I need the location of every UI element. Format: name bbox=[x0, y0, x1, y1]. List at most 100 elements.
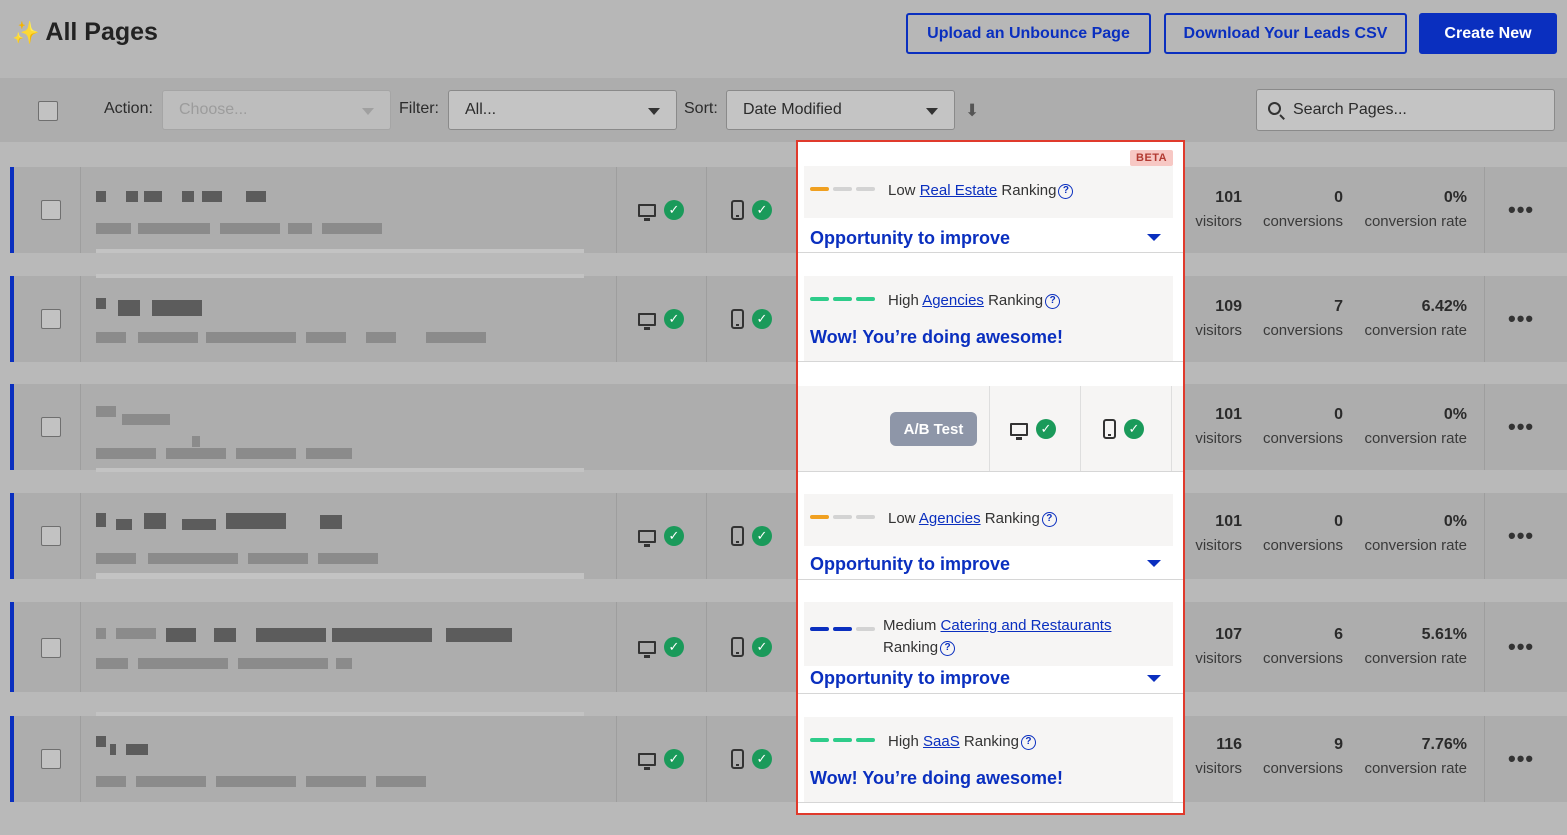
desktop-icon bbox=[638, 529, 656, 547]
ab-test-badge[interactable]: A/B Test bbox=[890, 412, 977, 446]
conversion-rate-stat: 6.42% conversion rate bbox=[1364, 298, 1467, 339]
category-link[interactable]: Real Estate bbox=[920, 182, 998, 199]
check-icon: ✓ bbox=[664, 749, 684, 769]
download-leads-button[interactable]: Download Your Leads CSV bbox=[1164, 13, 1407, 54]
more-options-icon[interactable]: ••• bbox=[1508, 197, 1534, 223]
chevron-down-icon[interactable] bbox=[1147, 234, 1161, 241]
check-icon: ✓ bbox=[752, 637, 772, 657]
sort-select-value: Date Modified bbox=[743, 101, 842, 118]
opportunity-dropdown[interactable]: Opportunity to improve bbox=[810, 554, 1010, 575]
visitors-stat: 101 visitors bbox=[1195, 513, 1242, 554]
mobile-status: ✓ bbox=[731, 309, 772, 329]
category-link[interactable]: Agencies bbox=[922, 292, 984, 309]
help-icon[interactable]: ? bbox=[1045, 293, 1061, 309]
page-title: ✨ All Pages bbox=[12, 18, 158, 47]
sparkle-icon: ✨ bbox=[12, 19, 40, 45]
filter-select-value: All... bbox=[465, 101, 497, 118]
conversion-rate-stat: 0% conversion rate bbox=[1364, 406, 1467, 447]
row-checkbox[interactable] bbox=[41, 417, 61, 437]
help-icon[interactable]: ? bbox=[1020, 734, 1036, 750]
filter-select[interactable]: All... bbox=[448, 90, 677, 130]
page-header: ✨ All Pages Upload an Unbounce Page Down… bbox=[0, 0, 1567, 78]
category-link[interactable]: SaaS bbox=[923, 733, 960, 750]
ranking-cell: High Agencies Ranking? Wow! You’re doing… bbox=[804, 276, 1173, 361]
check-icon: ✓ bbox=[664, 200, 684, 220]
chevron-down-icon[interactable] bbox=[1147, 675, 1161, 682]
table-row[interactable]: 101 visitors 0 conversions 0% conversion ra… bbox=[10, 384, 1567, 472]
category-link[interactable]: Agencies bbox=[919, 510, 981, 527]
conversion-rate-stat: 5.61% conversion rate bbox=[1364, 626, 1467, 667]
visitors-stat: 116 visitors bbox=[1195, 736, 1242, 777]
row-checkbox[interactable] bbox=[41, 638, 61, 658]
desktop-icon bbox=[638, 752, 656, 770]
help-icon[interactable]: ? bbox=[1041, 511, 1057, 527]
action-select[interactable]: Choose... bbox=[162, 90, 391, 130]
table-row[interactable]: ✓ ✓ 109 visitors 7 conversions 6.42% conver… bbox=[10, 274, 1567, 362]
ab-test-row: A/B Test ✓ ✓ bbox=[798, 386, 1183, 472]
mobile-status: ✓ bbox=[731, 526, 772, 546]
check-icon: ✓ bbox=[1036, 419, 1056, 439]
ranking-level-bars bbox=[810, 297, 875, 301]
more-options-icon[interactable]: ••• bbox=[1508, 306, 1534, 332]
desktop-icon bbox=[638, 640, 656, 658]
more-options-icon[interactable]: ••• bbox=[1508, 523, 1534, 549]
conversions-stat: 7 conversions bbox=[1262, 298, 1343, 339]
table-row[interactable]: ✓ ✓ 101 visitors 0 conversions 0% conversio… bbox=[10, 167, 1567, 253]
create-new-button[interactable]: Create New bbox=[1419, 13, 1557, 54]
table-row[interactable]: ✓ ✓ 107 visitors 6 conversions 5.61% conver… bbox=[10, 602, 1567, 692]
opportunity-dropdown[interactable]: Opportunity to improve bbox=[810, 668, 1010, 689]
sort-direction-icon[interactable]: ⬇ bbox=[965, 101, 979, 121]
sort-label: Sort: bbox=[684, 100, 718, 117]
category-link[interactable]: Catering and Restaurants bbox=[941, 617, 1112, 634]
row-checkbox[interactable] bbox=[41, 749, 61, 769]
table-row[interactable]: ✓ ✓ 116 visitors 9 conversions 7.76% conver… bbox=[10, 712, 1567, 802]
check-icon: ✓ bbox=[664, 637, 684, 657]
table-row[interactable]: ✓ ✓ 101 visitors 0 conversions 0% conversio… bbox=[10, 493, 1567, 579]
desktop-status: ✓ bbox=[638, 637, 684, 658]
mobile-icon bbox=[731, 200, 744, 220]
chevron-down-icon[interactable] bbox=[1147, 560, 1161, 567]
ranking-text: Low Agencies Ranking? bbox=[888, 508, 1057, 530]
opportunity-dropdown[interactable]: Opportunity to improve bbox=[810, 228, 1010, 249]
help-icon[interactable]: ? bbox=[1058, 183, 1074, 199]
desktop-status: ✓ bbox=[638, 200, 684, 221]
visitors-stat: 107 visitors bbox=[1195, 626, 1242, 667]
select-all-checkbox[interactable] bbox=[38, 101, 58, 121]
beta-badge: BETA bbox=[1130, 150, 1174, 166]
conversions-stat: 0 conversions bbox=[1262, 189, 1343, 230]
sort-select[interactable]: Date Modified bbox=[726, 90, 955, 130]
ranking-level-bars bbox=[810, 627, 875, 631]
ranking-cell: Medium Catering and Restaurants Ranking?… bbox=[804, 602, 1173, 688]
row-checkbox[interactable] bbox=[41, 309, 61, 329]
help-icon[interactable]: ? bbox=[940, 640, 956, 656]
search-input[interactable]: Search Pages... bbox=[1256, 89, 1555, 131]
desktop-icon bbox=[1010, 422, 1028, 440]
page-title-text: All Pages bbox=[45, 18, 158, 46]
desktop-status: ✓ bbox=[1010, 419, 1056, 440]
conversion-rate-stat: 7.76% conversion rate bbox=[1364, 736, 1467, 777]
ranking-text: High Agencies Ranking? bbox=[888, 290, 1061, 312]
search-placeholder: Search Pages... bbox=[1293, 101, 1407, 118]
ranking-text: Medium Catering and Restaurants Ranking? bbox=[883, 617, 1112, 656]
conversions-stat: 0 conversions bbox=[1262, 406, 1343, 447]
check-icon: ✓ bbox=[1124, 419, 1144, 439]
row-checkbox[interactable] bbox=[41, 526, 61, 546]
more-options-icon[interactable]: ••• bbox=[1508, 746, 1534, 772]
mobile-icon bbox=[731, 309, 744, 329]
desktop-status: ✓ bbox=[638, 309, 684, 330]
visitors-stat: 101 visitors bbox=[1195, 406, 1242, 447]
ranking-cell: High SaaS Ranking? Wow! You’re doing awe… bbox=[804, 717, 1173, 802]
desktop-icon bbox=[638, 312, 656, 330]
row-divider bbox=[80, 167, 81, 253]
ranking-level-bars bbox=[810, 515, 875, 519]
visitors-stat: 101 visitors bbox=[1195, 189, 1242, 230]
ranking-cell: Low Real Estate Ranking? Opportunity to … bbox=[804, 166, 1173, 248]
desktop-icon bbox=[638, 203, 656, 221]
more-options-icon[interactable]: ••• bbox=[1508, 634, 1534, 660]
upload-page-button[interactable]: Upload an Unbounce Page bbox=[906, 13, 1151, 54]
ranking-level-bars bbox=[810, 738, 875, 742]
mobile-icon bbox=[1103, 419, 1116, 439]
row-checkbox[interactable] bbox=[41, 200, 61, 220]
mobile-icon bbox=[731, 526, 744, 546]
more-options-icon[interactable]: ••• bbox=[1508, 414, 1534, 440]
